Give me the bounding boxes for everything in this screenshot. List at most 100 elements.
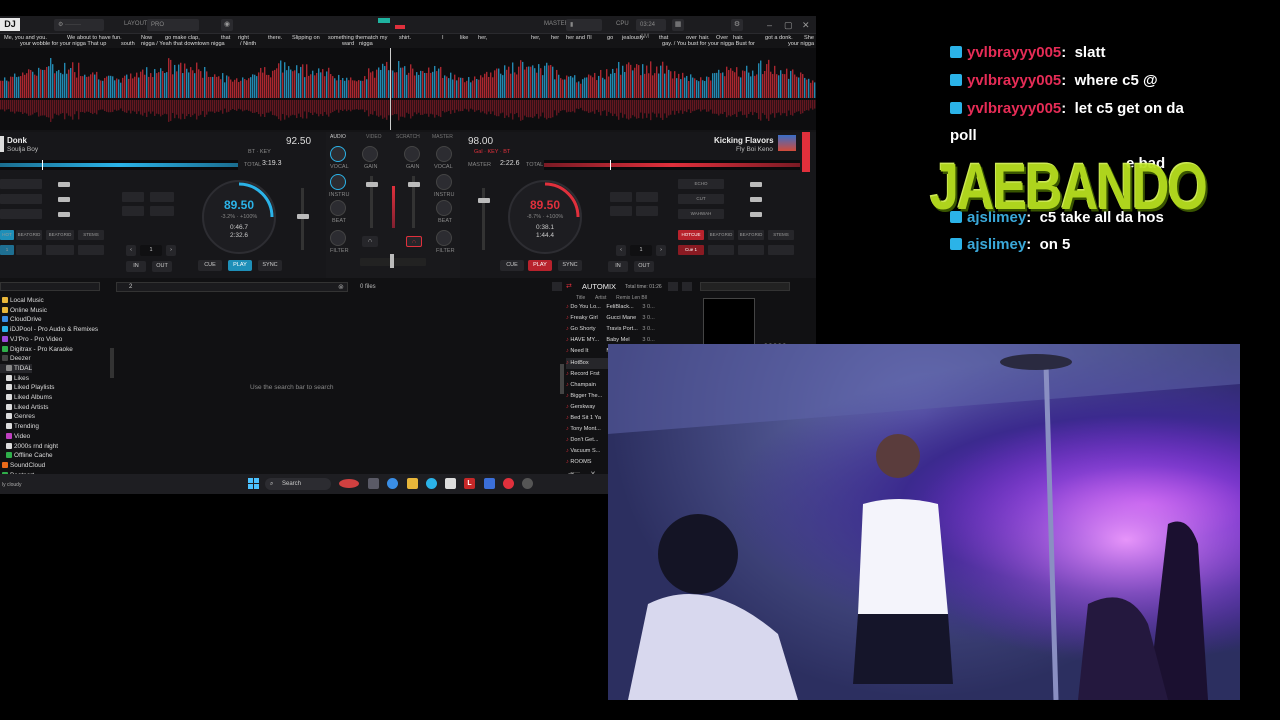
mixer-tab-scratch[interactable]: SCRATCH xyxy=(396,134,420,140)
deck-right-mini-waveform[interactable] xyxy=(544,160,800,170)
deck-left-cue-button[interactable]: CUE xyxy=(198,260,222,271)
tree-item[interactable]: Liked Artists xyxy=(0,403,48,412)
search-input[interactable]: 2 xyxy=(116,282,348,292)
sampler-pad[interactable] xyxy=(610,206,632,216)
list-view-icon[interactable] xyxy=(552,282,562,291)
automix-row[interactable]: ♪ Do You Lo... FeliBlack... 3 0... xyxy=(566,302,655,313)
playhead-cursor[interactable] xyxy=(390,48,391,130)
fx-slider[interactable] xyxy=(750,197,762,202)
deck-right-play-button[interactable]: PLAY xyxy=(528,260,552,271)
calendar-icon[interactable]: ▦ xyxy=(672,19,684,31)
sampler-pad[interactable] xyxy=(150,206,174,216)
tree-item[interactable]: Liked Albums xyxy=(0,393,52,402)
close-icon[interactable]: ✕ xyxy=(802,19,810,31)
deck-right-pitch-fader[interactable] xyxy=(478,198,490,203)
volume-fader-right[interactable] xyxy=(408,182,420,187)
tree-item[interactable]: VJ'Pro - Pro Video xyxy=(0,335,62,344)
mixer-tab-video[interactable]: VIDEO xyxy=(366,134,382,140)
tree-item[interactable]: Trending xyxy=(0,422,39,431)
pad-mode-hotcue[interactable]: HOTCUE xyxy=(678,230,704,240)
pad-mode[interactable]: BEATGRID xyxy=(46,230,74,240)
app-icon[interactable] xyxy=(484,478,495,489)
clear-search-icon[interactable]: ⊗ xyxy=(338,283,344,291)
deck-left-play-button[interactable]: PLAY xyxy=(228,260,252,271)
loop-half-button[interactable]: ‹ xyxy=(616,245,626,256)
mixer-tab-audio[interactable]: AUDIO xyxy=(330,134,346,140)
waveform-overview[interactable] xyxy=(0,48,816,130)
loop-half-button[interactable]: ‹ xyxy=(126,245,136,256)
fx-select[interactable]: CUT xyxy=(678,194,724,204)
deck-right-cue-button[interactable]: CUE xyxy=(500,260,524,271)
settings-gear-icon[interactable]: ⚙ xyxy=(731,19,743,31)
pad-mode[interactable]: BEATGRID xyxy=(738,230,764,240)
tree-scrollbar[interactable] xyxy=(110,348,114,378)
knob-vocal-right[interactable] xyxy=(436,146,452,162)
edge-icon[interactable] xyxy=(426,478,437,489)
automix-handle[interactable] xyxy=(560,364,564,394)
tree-item[interactable]: 2000s rnd night xyxy=(0,442,58,451)
deck-left-loop-in-button[interactable]: IN xyxy=(126,261,146,272)
tree-item[interactable]: TIDAL xyxy=(0,363,33,373)
hotcue-pad[interactable] xyxy=(78,245,104,255)
knob-vocal-left[interactable] xyxy=(330,146,346,162)
sampler-pad[interactable] xyxy=(150,192,174,202)
obs-icon[interactable] xyxy=(522,478,533,489)
automix-settings-icon[interactable] xyxy=(668,282,678,291)
recording-app-icon[interactable] xyxy=(503,478,514,489)
fx-slider[interactable] xyxy=(750,212,762,217)
mixer-tab-master[interactable]: MASTER xyxy=(432,134,453,140)
eq-select[interactable] xyxy=(0,194,42,204)
sampler-pad[interactable] xyxy=(636,192,658,202)
record-icon[interactable]: ◉ xyxy=(221,19,233,31)
widget-icon[interactable] xyxy=(339,479,359,488)
volume-fader-left[interactable] xyxy=(366,182,378,187)
automix-menu-icon[interactable] xyxy=(682,282,692,291)
knob-instru-right[interactable] xyxy=(436,174,452,190)
deck-left-loop-out-button[interactable]: OUT xyxy=(152,261,172,272)
tree-item[interactable]: Genres xyxy=(0,412,35,421)
deck-right-sync-button[interactable]: SYNC xyxy=(558,260,582,271)
file-explorer-icon[interactable] xyxy=(407,478,418,489)
app-l-icon[interactable]: L xyxy=(464,478,475,489)
fx-slider[interactable] xyxy=(750,182,762,187)
tree-item[interactable]: Local Music xyxy=(0,296,44,305)
tree-item[interactable]: CloudDrive xyxy=(0,315,42,324)
deck-right-loop-in-button[interactable]: IN xyxy=(608,261,628,272)
sampler-pad[interactable] xyxy=(610,192,632,202)
task-view-icon[interactable] xyxy=(368,478,379,489)
deck-left-jog-wheel[interactable]: 89.50 -3.2% · +100% 0:46.7 2:32.6 xyxy=(202,180,276,254)
browser-icon[interactable] xyxy=(387,478,398,489)
tree-item[interactable]: Liked Playlists xyxy=(0,383,55,392)
tree-item[interactable]: iDJPool - Pro Audio & Remixes xyxy=(0,325,98,334)
knob-gain-right[interactable] xyxy=(404,146,420,162)
crossfader[interactable] xyxy=(390,254,394,268)
hotcue-pad[interactable] xyxy=(16,245,42,255)
tree-item[interactable]: Likes xyxy=(0,374,29,383)
pad-mode-hotcue[interactable]: HOT xyxy=(0,230,14,240)
fx-select[interactable]: WAHWAH xyxy=(678,209,724,219)
knob-filter-right[interactable] xyxy=(436,230,452,246)
automix-row[interactable]: ♪ Go Shorty Travis Port... 3 0... xyxy=(566,324,655,335)
headphone-right-icon[interactable]: ∩ xyxy=(406,236,422,247)
deck-right-loop-out-button[interactable]: OUT xyxy=(634,261,654,272)
tree-item[interactable]: Digitrax - Pro Karaoke xyxy=(0,345,73,354)
sampler-pad[interactable] xyxy=(122,206,144,216)
minimize-icon[interactable]: – xyxy=(767,19,772,31)
windows-start-icon[interactable] xyxy=(248,478,259,489)
fx-slider[interactable] xyxy=(58,182,70,187)
tree-item[interactable]: Video xyxy=(0,432,30,441)
maximize-icon[interactable]: ▢ xyxy=(784,19,793,31)
deck-left-sync-button[interactable]: SYNC xyxy=(258,260,282,271)
account-button[interactable]: ⚙ ········ xyxy=(54,19,104,31)
hotcue-pad[interactable] xyxy=(46,245,74,255)
deck-left-mini-waveform[interactable] xyxy=(0,160,238,170)
deck-right-jog-wheel[interactable]: 89.50 -8.7% · +100% 0:38.1 1:44.4 xyxy=(508,180,582,254)
eq-select[interactable] xyxy=(0,179,42,189)
pad-mode[interactable]: BEATGRID xyxy=(708,230,734,240)
pad-mode[interactable]: STEMS xyxy=(768,230,794,240)
tree-item[interactable]: Online Music xyxy=(0,306,47,315)
loop-double-button[interactable]: › xyxy=(166,245,176,256)
fx-slider[interactable] xyxy=(58,197,70,202)
sidebar-tabs[interactable] xyxy=(700,282,790,291)
eq-select[interactable] xyxy=(0,209,42,219)
